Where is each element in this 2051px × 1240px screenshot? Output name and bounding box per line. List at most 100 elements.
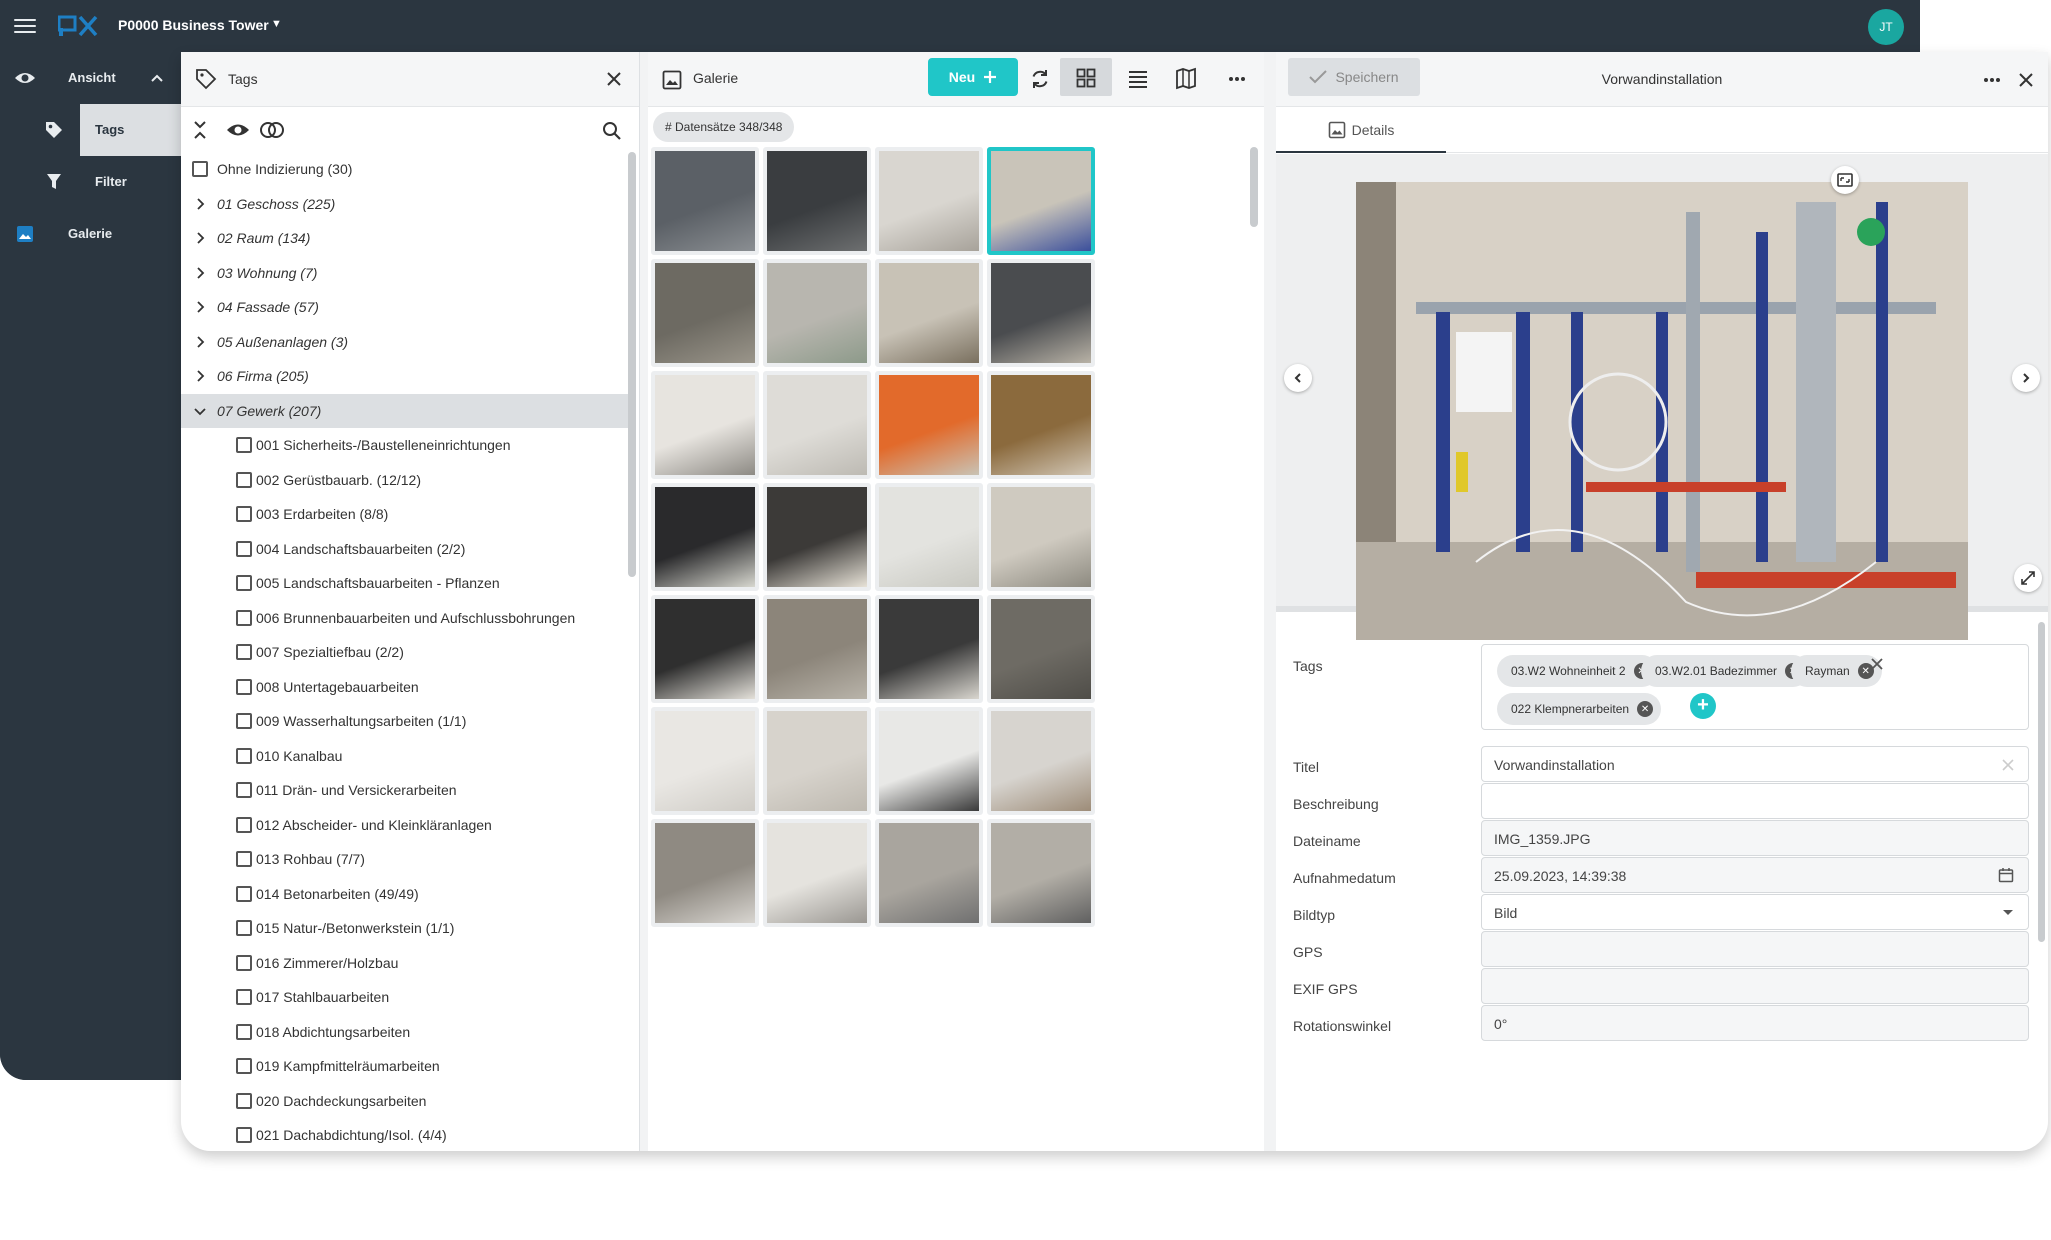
tag-item[interactable]: 021 Dachabdichtung/Isol. (4/4) (181, 1118, 629, 1151)
gallery-thumbnail[interactable] (875, 483, 983, 591)
tag-item[interactable]: 019 Kampfmittelräumarbeiten (181, 1049, 629, 1084)
gallery-thumbnail[interactable] (987, 483, 1095, 591)
tag-item-ohne-indizierung[interactable]: Ohne Indizierung (30) (181, 152, 629, 187)
expand-viewer-button[interactable] (1831, 166, 1859, 194)
tag-group-04-fassade[interactable]: 04 Fassade (57) (181, 290, 629, 325)
remove-tag-icon[interactable]: ✕ (1637, 701, 1654, 717)
chevron-right-icon[interactable] (193, 266, 207, 280)
tag-checkbox[interactable] (236, 885, 252, 902)
tag-item[interactable]: 016 Zimmerer/Holzbau (181, 946, 629, 981)
clear-icon[interactable] (2002, 759, 2014, 771)
refresh-icon[interactable] (1029, 68, 1051, 90)
tag-checkbox[interactable] (236, 575, 252, 591)
tag-checkbox[interactable] (236, 1058, 252, 1074)
gallery-thumbnail[interactable] (987, 707, 1095, 815)
tag-checkbox[interactable] (236, 989, 252, 1005)
gallery-thumbnail[interactable] (763, 707, 871, 815)
gallery-thumbnail[interactable] (651, 147, 759, 255)
titel-field[interactable]: Vorwandinstallation (1481, 746, 2029, 782)
grid-view-button[interactable] (1060, 58, 1112, 96)
tag-group-06-firma[interactable]: 06 Firma (205) (181, 359, 629, 394)
tag-item[interactable]: 010 Kanalbau (181, 739, 629, 774)
tag-item[interactable]: 009 Wasserhaltungsarbeiten (1/1) (181, 704, 629, 739)
tag-item[interactable]: 014 Betonarbeiten (49/49) (181, 877, 629, 912)
gallery-thumbnail[interactable] (651, 707, 759, 815)
tag-checkbox[interactable] (236, 954, 252, 971)
aufnahmedatum-field[interactable]: 25.09.2023, 14:39:38 (1481, 857, 2029, 893)
chevron-down-icon[interactable]: ▼ (271, 18, 282, 30)
tag-item[interactable]: 001 Sicherheits-/Baustelleneinrichtungen (181, 428, 629, 463)
user-avatar[interactable]: JT (1868, 9, 1904, 45)
tag-item[interactable]: 013 Rohbau (7/7) (181, 842, 629, 877)
tag-group-02-raum[interactable]: 02 Raum (134) (181, 221, 629, 256)
nav-ansicht[interactable]: Ansicht (0, 52, 181, 104)
gallery-thumbnail[interactable] (763, 259, 871, 367)
gallery-thumbnail[interactable] (987, 259, 1095, 367)
tag-item[interactable]: 020 Dachdeckungsarbeiten (181, 1084, 629, 1119)
gallery-thumbnail[interactable] (987, 147, 1095, 255)
zoom-button[interactable] (2014, 564, 2042, 592)
tag-checkbox[interactable] (236, 851, 252, 867)
tag-item[interactable]: 015 Natur-/Betonwerkstein (1/1) (181, 911, 629, 946)
tag-item[interactable]: 006 Brunnenbauarbeiten und Aufschlussboh… (181, 601, 629, 636)
map-icon[interactable] (1175, 66, 1197, 90)
tag-chip[interactable]: 03.W2 Wohneinheit 2 ✕ (1497, 655, 1658, 687)
nav-galerie[interactable]: Galerie (0, 208, 181, 260)
tag-item[interactable]: 018 Abdichtungsarbeiten (181, 1015, 629, 1050)
gallery-thumbnail[interactable] (875, 371, 983, 479)
rotationswinkel-field[interactable]: 0° (1481, 1005, 2029, 1041)
tag-checkbox[interactable] (236, 1092, 252, 1109)
tag-checkbox[interactable] (192, 161, 208, 177)
next-image-button[interactable] (2012, 364, 2040, 392)
tab-details[interactable]: Details (1276, 108, 1446, 153)
search-icon[interactable] (602, 121, 622, 141)
nav-filter[interactable]: Filter (0, 156, 181, 208)
intersect-icon[interactable] (260, 120, 284, 140)
tag-item[interactable]: 005 Landschaftsbauarbeiten - Pflanzen (181, 566, 629, 601)
gallery-thumbnail[interactable] (875, 259, 983, 367)
gallery-thumbnail[interactable] (763, 595, 871, 703)
tags-field[interactable]: 03.W2 Wohneinheit 2 ✕ 03.W2.01 Badezimme… (1481, 644, 2029, 730)
tag-checkbox[interactable] (236, 471, 252, 488)
chevron-up-icon[interactable] (150, 73, 164, 83)
gallery-thumbnail[interactable] (763, 371, 871, 479)
clear-tags-icon[interactable] (1870, 657, 1884, 671)
gallery-thumbnail[interactable] (875, 707, 983, 815)
tag-group-05-aussenanlagen[interactable]: 05 Außenanlagen (3) (181, 325, 629, 360)
tag-group-03-wohnung[interactable]: 03 Wohnung (7) (181, 256, 629, 291)
chevron-right-icon[interactable] (193, 300, 207, 314)
tag-checkbox[interactable] (236, 609, 252, 626)
tag-checkbox[interactable] (236, 782, 252, 798)
tag-checkbox[interactable] (236, 644, 252, 660)
tag-chip[interactable]: 03.W2.01 Badezimmer ✕ (1641, 655, 1810, 687)
tag-item[interactable]: 017 Stahlbauarbeiten (181, 980, 629, 1015)
tag-item[interactable]: 002 Gerüstbauarb. (12/12) (181, 463, 629, 498)
close-icon[interactable] (2017, 71, 2035, 89)
gallery-thumbnail[interactable] (875, 147, 983, 255)
gallery-thumbnail[interactable] (987, 819, 1095, 927)
tag-checkbox[interactable] (236, 437, 252, 453)
tag-group-07-gewerk[interactable]: 07 Gewerk (207) (181, 393, 629, 428)
tag-checkbox[interactable] (236, 506, 252, 522)
tag-checkbox[interactable] (236, 540, 252, 557)
chevron-right-icon[interactable] (193, 231, 207, 245)
brand-logo[interactable] (58, 14, 98, 38)
tag-item[interactable]: 008 Untertagebauarbeiten (181, 670, 629, 705)
chevron-right-icon[interactable] (193, 335, 207, 349)
gallery-thumbnail[interactable] (763, 483, 871, 591)
previous-image-button[interactable] (1284, 364, 1312, 392)
tag-group-01-geschoss[interactable]: 01 Geschoss (225) (181, 187, 629, 222)
tag-checkbox[interactable] (236, 1127, 252, 1143)
collapse-all-icon[interactable] (193, 120, 207, 140)
tag-checkbox[interactable] (236, 1023, 252, 1040)
nav-tags[interactable]: Tags (0, 104, 181, 156)
chevron-down-icon[interactable] (193, 404, 207, 418)
gps-field[interactable] (1481, 931, 2029, 967)
chevron-down-icon[interactable] (2002, 909, 2014, 917)
bildtyp-select[interactable]: Bild (1481, 894, 2029, 930)
tag-checkbox[interactable] (236, 678, 252, 695)
chevron-right-icon[interactable] (193, 197, 207, 211)
chevron-right-icon[interactable] (193, 369, 207, 383)
calendar-icon[interactable] (1998, 867, 2014, 883)
detail-scrollbar[interactable] (2038, 622, 2045, 942)
